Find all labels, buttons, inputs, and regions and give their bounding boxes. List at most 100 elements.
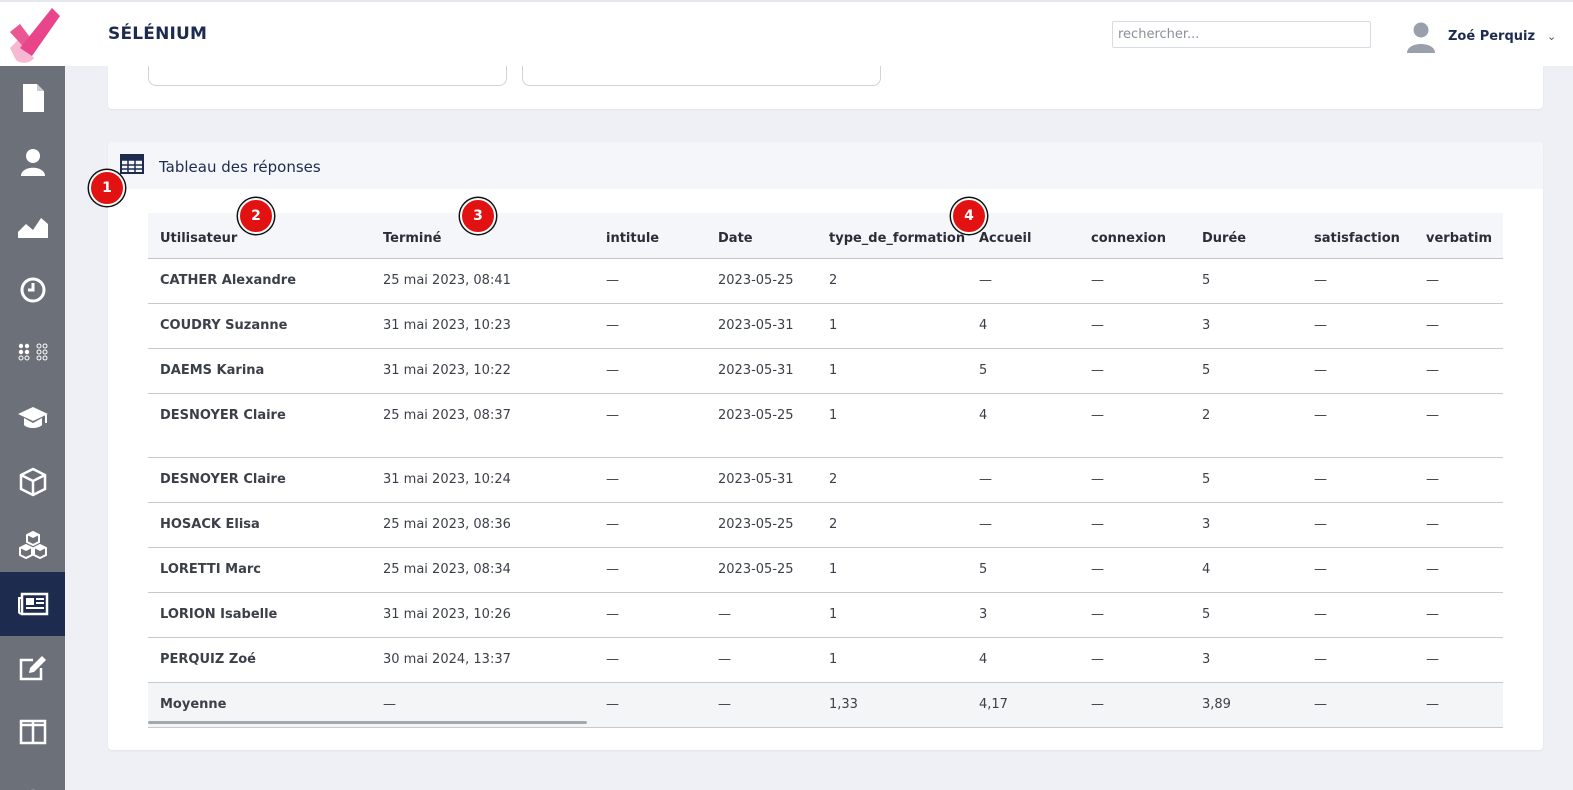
- table-row[interactable]: LORION Isabelle 31 mai 2023, 10:26— —1 3—5—…: [148, 592, 1503, 638]
- user-icon: [20, 149, 45, 176]
- sidebar-item-layout[interactable]: [0, 700, 65, 764]
- table-cell: —: [967, 258, 1079, 304]
- user-name: Zoé Perquiz: [1448, 28, 1536, 44]
- avatar-icon: [1407, 22, 1435, 53]
- table-cell: 1,33: [817, 682, 967, 728]
- table-row[interactable]: PERQUIZ Zoé 30 mai 2024, 13:37— —1 4—3— —: [148, 637, 1503, 683]
- table-cell: CATHER Alexandre: [148, 258, 371, 304]
- table-cell: 4,17: [967, 682, 1079, 728]
- table-cell: —: [1302, 682, 1414, 728]
- table-cell: DESNOYER Claire: [148, 393, 371, 458]
- sidebar-item-users[interactable]: [0, 130, 65, 194]
- sidebar: [0, 66, 65, 790]
- table-row[interactable]: DESNOYER Claire 31 mai 2023, 10:24—2023-0…: [148, 457, 1503, 503]
- table-cell: —: [1414, 547, 1503, 593]
- table-cell: 31 mai 2023, 10:23: [371, 303, 594, 349]
- table-cell: HOSACK Elisa: [148, 502, 371, 548]
- table-cell: 2023-05-25: [706, 547, 817, 593]
- sidebar-item-help[interactable]: [0, 764, 65, 790]
- table-cell: 2: [817, 457, 967, 503]
- table-cell: —: [1302, 348, 1414, 394]
- responses-table: Utilisateur Terminé intitule Date type_d…: [148, 213, 1503, 728]
- sidebar-item-catalog[interactable]: [0, 514, 65, 578]
- table-row[interactable]: DESNOYER Claire 25 mai 2023, 08:37 — 2023-0…: [148, 393, 1503, 458]
- user-menu[interactable]: Zoé Perquiz ⌄: [1404, 19, 1556, 53]
- column-header[interactable]: connexion: [1079, 213, 1190, 259]
- table-row[interactable]: CATHER Alexandre 25 mai 2023, 08:41—2023-…: [148, 258, 1503, 304]
- table-cell: —: [1414, 637, 1503, 683]
- area-chart-icon: [17, 218, 48, 238]
- table-cell: 1: [817, 393, 967, 458]
- table-cell: 25 mai 2023, 08:36: [371, 502, 594, 548]
- horizontal-scrollbar[interactable]: [148, 721, 587, 724]
- column-header[interactable]: verbatim: [1414, 213, 1503, 259]
- table-cell: —: [594, 457, 706, 503]
- table-cell: —: [1079, 592, 1190, 638]
- column-header[interactable]: type_de_formation: [817, 213, 967, 259]
- app-logo[interactable]: [6, 4, 60, 66]
- annotation-marker-4: 4: [951, 198, 987, 234]
- form-card: [108, 66, 1543, 109]
- table-cell: DESNOYER Claire: [148, 457, 371, 503]
- table-cell: —: [706, 637, 817, 683]
- table-cell: 4: [967, 393, 1079, 458]
- table-header-row: Utilisateur Terminé intitule Date type_d…: [148, 213, 1503, 259]
- table-cell: 5: [967, 348, 1079, 394]
- table-cell: —: [1079, 258, 1190, 304]
- sidebar-item-documents[interactable]: [0, 66, 65, 130]
- table-cell: —: [1302, 393, 1414, 458]
- edit-icon: [19, 656, 46, 681]
- table-cell: —: [594, 303, 706, 349]
- table-cell: 5: [1190, 258, 1302, 304]
- table-cell: 31 mai 2023, 10:26: [371, 592, 594, 638]
- table-row[interactable]: HOSACK Elisa 25 mai 2023, 08:36—2023-05-2…: [148, 502, 1503, 548]
- search-input[interactable]: [1112, 21, 1371, 48]
- table-cell: 25 mai 2023, 08:37: [371, 393, 594, 458]
- table-cell: 5: [1190, 457, 1302, 503]
- table-row[interactable]: LORETTI Marc 25 mai 2023, 08:34—2023-05-2…: [148, 547, 1503, 593]
- column-header[interactable]: Date: [706, 213, 817, 259]
- table-cell: 3: [1190, 637, 1302, 683]
- table-cell: 2: [1190, 393, 1302, 458]
- table-cell: —: [594, 502, 706, 548]
- sidebar-item-surveys[interactable]: [0, 572, 65, 636]
- table-cell: 5: [1190, 348, 1302, 394]
- table-cell: 1: [817, 348, 967, 394]
- cube-icon: [19, 467, 46, 497]
- document-icon: [22, 84, 44, 112]
- sidebar-item-editor[interactable]: [0, 636, 65, 700]
- table-cell: 2023-05-25: [706, 258, 817, 304]
- table-cell: 4: [967, 303, 1079, 349]
- sidebar-item-trainings[interactable]: [0, 386, 65, 450]
- top-bar: SÉLÉNIUM Zoé Perquiz ⌄: [0, 0, 1573, 66]
- form-field[interactable]: [148, 66, 507, 86]
- table-cell: 2023-05-31: [706, 457, 817, 503]
- form-field[interactable]: [522, 66, 881, 86]
- sidebar-item-modules[interactable]: [0, 322, 65, 386]
- table-cell: 2023-05-31: [706, 348, 817, 394]
- column-header[interactable]: intitule: [594, 213, 706, 259]
- sidebar-item-products[interactable]: [0, 450, 65, 514]
- column-header[interactable]: satisfaction: [1302, 213, 1414, 259]
- table-cell: 25 mai 2023, 08:34: [371, 547, 594, 593]
- table-cell: 4: [1190, 547, 1302, 593]
- table-cell: —: [1079, 502, 1190, 548]
- sidebar-item-history[interactable]: [0, 258, 65, 322]
- table-cell: COUDRY Suzanne: [148, 303, 371, 349]
- table-cell: —: [594, 258, 706, 304]
- column-header[interactable]: Durée: [1190, 213, 1302, 259]
- table-cell: —: [1079, 348, 1190, 394]
- sidebar-item-statistics[interactable]: [0, 194, 65, 258]
- table-cell: 1: [817, 592, 967, 638]
- table-cell: —: [594, 637, 706, 683]
- table-cell: —: [1079, 457, 1190, 503]
- table-row[interactable]: DAEMS Karina 31 mai 2023, 10:22—2023-05-3…: [148, 348, 1503, 394]
- table-cell: 2023-05-25: [706, 393, 817, 458]
- table-row[interactable]: COUDRY Suzanne 31 mai 2023, 10:23—2023-05…: [148, 303, 1503, 349]
- table-cell: —: [594, 682, 706, 728]
- table-cell: —: [1414, 457, 1503, 503]
- table-cell: —: [1414, 258, 1503, 304]
- columns-icon: [19, 719, 46, 745]
- table-cell: 25 mai 2023, 08:41: [371, 258, 594, 304]
- table-cell: 1: [817, 637, 967, 683]
